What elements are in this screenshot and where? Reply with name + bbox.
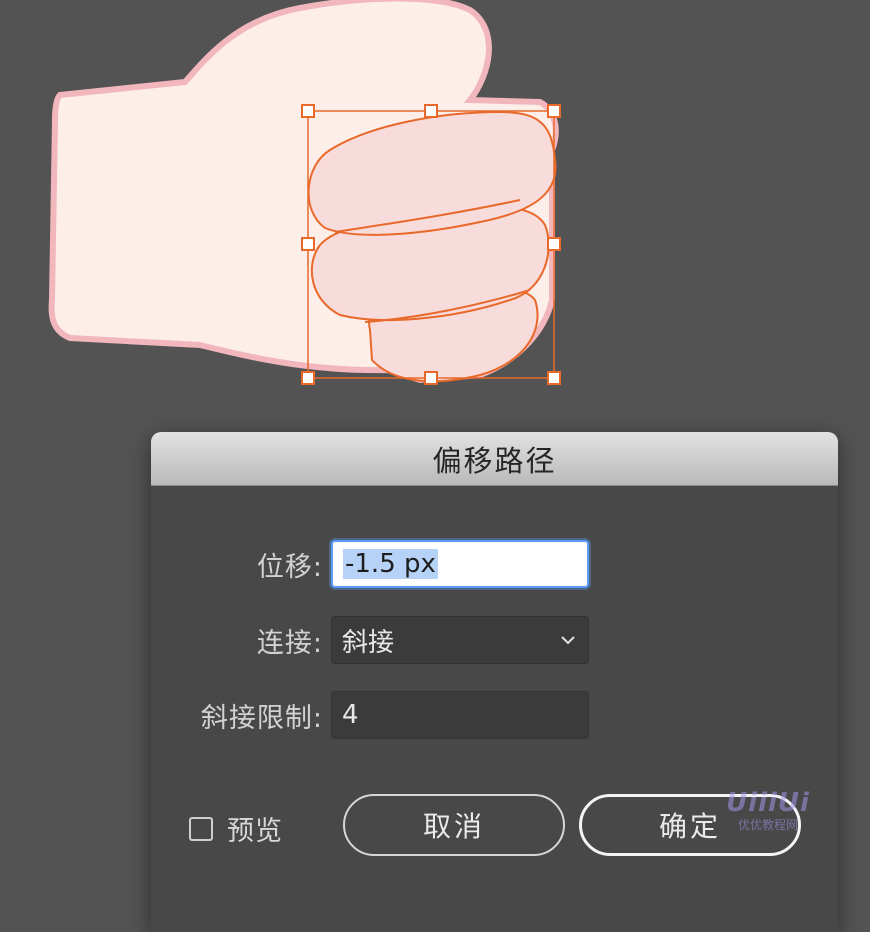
miter-limit-value: 4 [342,700,359,730]
joins-select[interactable]: 斜接 [331,616,589,664]
watermark-text: 优优教程网 [737,818,798,832]
offset-input[interactable]: -1.5 px [331,540,589,588]
dialog-titlebar[interactable]: 偏移路径 [151,432,838,486]
offset-label: 位移: [256,551,323,583]
cancel-button[interactable]: 取消 [343,794,565,856]
miter-limit-row: 斜接限制: 4 [151,691,589,739]
preview-checkbox[interactable] [189,816,213,841]
offset-path-dialog: 偏移路径 位移: -1.5 px 连接: 斜接 斜接限制: 4 预览 取消 确定 [151,432,838,932]
resize-handle-right[interactable] [547,237,561,251]
preview-label: 预览 [227,816,283,847]
preview-checkbox-row[interactable]: 预览 [189,809,283,848]
offset-row: 位移: -1.5 px [151,540,589,588]
resize-handle-bottom-right[interactable] [547,371,561,385]
miter-limit-label: 斜接限制: [200,702,323,734]
chevron-down-icon [561,636,575,645]
resize-handle-bottom[interactable] [424,371,438,385]
resize-handle-top[interactable] [424,104,438,118]
resize-handle-top-left[interactable] [301,104,315,118]
cancel-button-label: 取消 [422,810,485,843]
resize-handle-top-right[interactable] [547,104,561,118]
watermark-logo: UiiiUi 优优教程网 [722,790,814,846]
joins-value: 斜接 [342,627,395,658]
ok-button-label: 确定 [658,810,721,843]
offset-value: -1.5 px [343,549,438,579]
resize-handle-left[interactable] [301,237,315,251]
miter-limit-input[interactable]: 4 [331,691,589,739]
artboard-canvas[interactable] [0,0,870,430]
dialog-title: 偏移路径 [432,443,557,478]
joins-label: 连接: [256,627,323,659]
joins-row: 连接: 斜接 [151,616,589,664]
resize-handle-bottom-left[interactable] [301,371,315,385]
